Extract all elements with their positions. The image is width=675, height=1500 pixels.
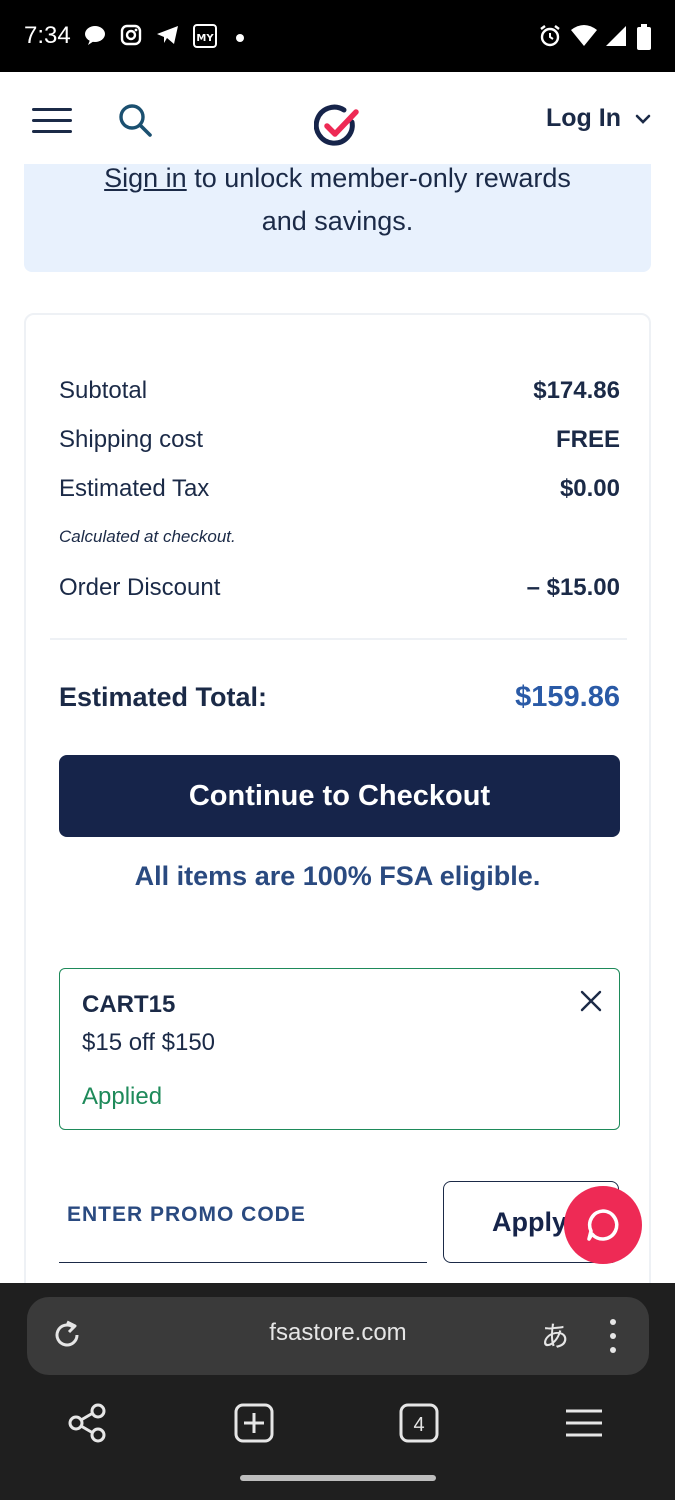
share-icon[interactable] [66,1401,110,1445]
translate-icon[interactable]: あ [541,1315,569,1355]
tax-label: Estimated Tax [59,475,210,502]
wifi-icon [571,25,597,46]
login-button[interactable]: Log In [546,104,651,133]
shipping-row: Shipping cost FREE [59,426,620,454]
mylinco-icon: MY [193,24,217,48]
svg-text:MY: MY [196,33,214,44]
chat-button[interactable] [564,1186,642,1264]
applied-promo-card: CART15 $15 off $150 Applied [59,968,620,1130]
discount-value: – $15.00 [526,574,620,601]
discount-row: Order Discount – $15.00 [59,574,620,602]
instagram-icon [120,24,142,46]
promo-status: Applied [82,1083,163,1110]
subtotal-row: Subtotal $174.86 [59,377,620,405]
battery-icon [637,24,651,50]
subtotal-label: Subtotal [59,377,148,404]
tab-count: 4 [413,1414,424,1436]
chevron-down-icon [635,114,651,124]
status-time: 7:34 [24,22,71,49]
url-bar[interactable]: fsastore.com あ [27,1297,649,1375]
more-menu-icon[interactable] [610,1319,616,1353]
promo-code: CART15 [82,991,176,1018]
tabs-icon[interactable]: 4 [397,1401,441,1445]
tax-row: Estimated Tax $0.00 [59,475,620,503]
tax-value: $0.00 [559,475,620,502]
subtotal-value: $174.86 [533,377,620,404]
total-value: $159.86 [515,681,620,713]
banner-line-2: and savings. [261,206,414,236]
chat-bubble-icon [85,26,105,45]
promo-description: $15 off $150 [82,1029,216,1056]
checkmark-logo-icon[interactable] [314,104,360,150]
home-indicator[interactable] [240,1475,436,1481]
fsa-eligible-note: All items are 100% FSA eligible. [134,861,541,891]
order-summary-card: Subtotal $174.86 Shipping cost FREE Esti… [24,313,651,1303]
alarm-icon [540,25,560,47]
status-bar: 7:34 MY [0,0,675,72]
divider [50,638,627,640]
total-label: Estimated Total: [59,682,268,712]
dot-icon [236,34,244,42]
browser-bottom-bar: fsastore.com あ 4 [0,1283,675,1500]
search-icon[interactable] [118,103,152,137]
total-row: Estimated Total: $159.86 [59,681,620,714]
continue-to-checkout-button[interactable]: Continue to Checkout [59,755,620,837]
banner-text: to unlock member-only rewards [186,163,571,193]
promo-input-placeholder: ENTER PROMO CODE [67,1203,306,1226]
banner-line-1: Sign in to unlock member-only rewards [24,157,651,200]
signin-banner: Sign in to unlock member-only rewards an… [24,163,651,272]
site-header: Log In [0,72,675,164]
sign-in-link[interactable]: Sign in [104,163,187,193]
shipping-value: FREE [555,426,620,453]
promo-code-input[interactable]: ENTER PROMO CODE [59,1181,427,1263]
hamburger-icon[interactable] [32,108,72,134]
tax-note: Calculated at checkout. [59,527,236,546]
discount-label: Order Discount [59,574,221,601]
telegram-icon [157,26,178,44]
signal-icon [606,26,626,46]
menu-icon[interactable] [562,1401,606,1445]
close-icon[interactable] [579,989,603,1013]
chat-icon [587,1209,619,1241]
login-label: Log In [546,104,621,132]
new-tab-icon[interactable] [232,1401,276,1445]
shipping-label: Shipping cost [59,426,204,453]
